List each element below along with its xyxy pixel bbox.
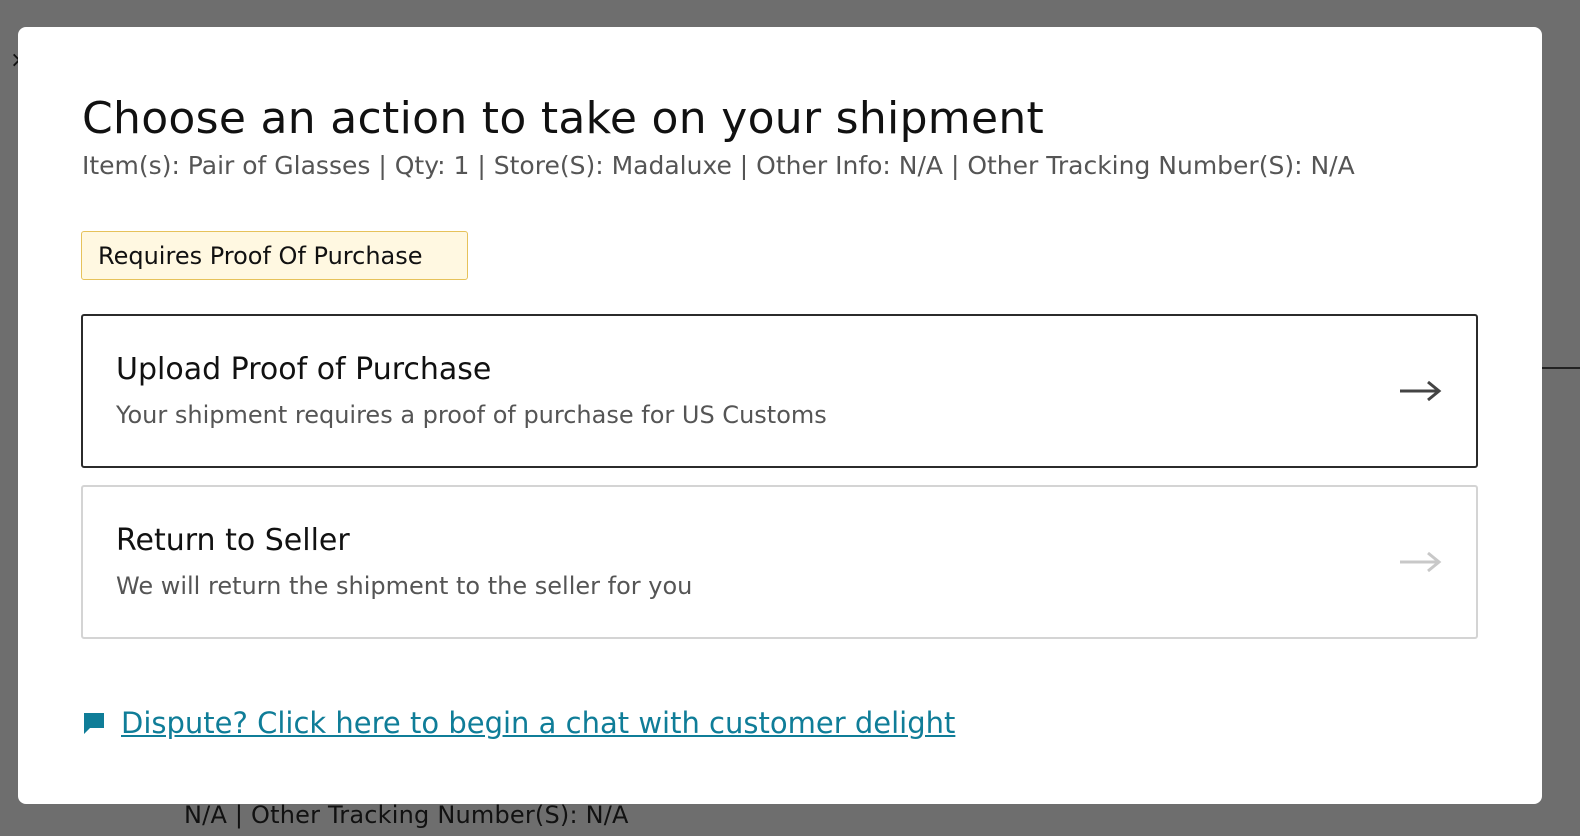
upload-proof-title: Upload Proof of Purchase <box>116 352 492 387</box>
shipment-action-modal: Choose an action to take on your shipmen… <box>18 27 1542 804</box>
arrow-right-icon <box>1400 551 1442 573</box>
chat-link-row[interactable]: Dispute? Click here to begin a chat with… <box>81 703 955 743</box>
upload-proof-card[interactable]: Upload Proof of Purchase Your shipment r… <box>81 314 1478 468</box>
chat-bubble-icon <box>84 713 104 734</box>
return-to-seller-description: We will return the shipment to the selle… <box>116 572 693 600</box>
dispute-chat-link[interactable]: Dispute? Click here to begin a chat with… <box>121 706 955 740</box>
modal-title: Choose an action to take on your shipmen… <box>82 93 1045 144</box>
return-to-seller-card[interactable]: Return to Seller We will return the ship… <box>81 485 1478 639</box>
arrow-right-icon <box>1400 380 1442 402</box>
upload-proof-description: Your shipment requires a proof of purcha… <box>116 401 827 429</box>
shipment-details: Item(s): Pair of Glasses | Qty: 1 | Stor… <box>82 151 1355 180</box>
requires-proof-badge: Requires Proof Of Purchase <box>81 231 468 280</box>
return-to-seller-title: Return to Seller <box>116 523 350 558</box>
background-divider <box>1540 367 1580 369</box>
background-tracking-text: N/A | Other Tracking Number(S): N/A <box>184 801 629 829</box>
